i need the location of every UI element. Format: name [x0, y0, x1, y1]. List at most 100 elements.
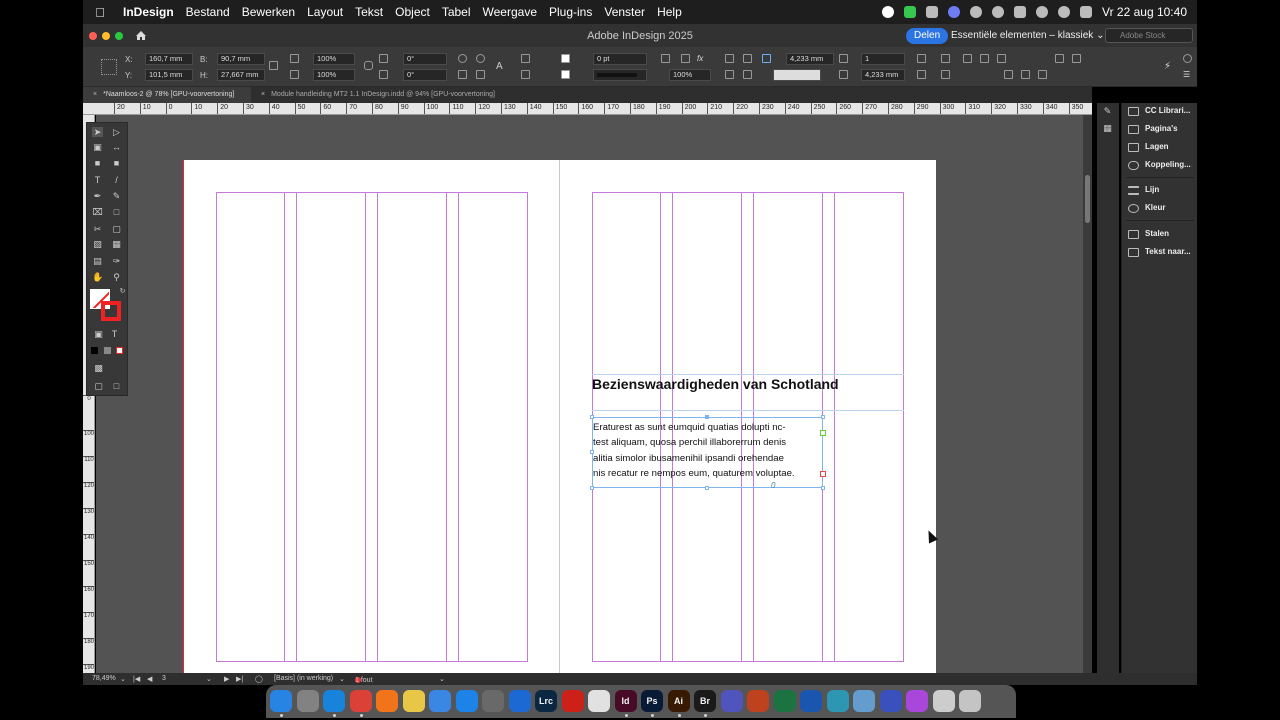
align-justify-icon[interactable] [743, 70, 752, 79]
resize-handle-ml[interactable] [590, 450, 594, 454]
close-tab-icon[interactable]: × [261, 91, 265, 98]
align-center-icon[interactable] [743, 54, 752, 63]
stroke-type-select[interactable] [593, 69, 647, 81]
fx-icon[interactable]: fx [697, 54, 706, 63]
files-icon[interactable] [429, 690, 451, 712]
zoom-tool-icon[interactable]: ⚲ [111, 272, 122, 282]
pasteboard[interactable]: Bezienswaardigheden van Schotland Eratur… [96, 115, 1083, 673]
lightning-icon[interactable]: ⚡ [1164, 61, 1173, 72]
preflight-profile-label[interactable]: [Basis] (in werking) [274, 675, 333, 682]
properties-icon[interactable]: ✎ [1102, 106, 1113, 116]
preview-mode-icon[interactable]: □ [111, 381, 122, 391]
fill-swatch-icon[interactable] [561, 54, 570, 63]
effects-icon[interactable] [681, 54, 690, 63]
align-top-icon[interactable] [963, 54, 972, 63]
align-right-icon[interactable] [725, 70, 734, 79]
acrobat-icon[interactable] [561, 690, 584, 712]
first-page-icon[interactable]: |◀ [133, 675, 140, 683]
menu-weergave[interactable]: Weergave [477, 5, 543, 19]
workspace-switcher[interactable]: Essentiële elementen – klassiek ⌄ [951, 30, 1104, 41]
columns-icon[interactable] [839, 54, 848, 63]
selected-text-frame[interactable]: Eraturest as sunt eumquid quatias dolupt… [590, 415, 826, 490]
distribute-4-icon[interactable] [1055, 54, 1064, 63]
shear-field[interactable]: 0° [403, 69, 447, 81]
menu-venster[interactable]: Venster [598, 5, 651, 19]
page-dropdown-icon[interactable]: ⌄ [206, 675, 212, 683]
pencil-tool-icon[interactable]: ✎ [111, 191, 122, 201]
appstore-icon[interactable] [455, 690, 478, 712]
share-button[interactable]: Delen [906, 28, 949, 44]
chevron-down-icon[interactable]: ⌄ [339, 675, 345, 683]
finder-icon[interactable] [270, 690, 292, 712]
scale-x-field[interactable]: 100% [313, 53, 355, 65]
text-frame-inset-icon[interactable] [762, 54, 771, 63]
menu-bewerken[interactable]: Bewerken [236, 5, 301, 19]
photoshop-icon[interactable]: Ps [641, 690, 663, 712]
resize-handle-bm[interactable] [705, 486, 709, 490]
pen-tool-icon[interactable]: ✒ [92, 191, 103, 201]
prev-page-icon[interactable]: ◀ [147, 675, 152, 683]
x-position-field[interactable]: 160,7 mm [145, 53, 193, 65]
apply-color-swatch[interactable] [91, 347, 98, 354]
resize-handle-bl[interactable] [590, 486, 594, 490]
trash-icon[interactable] [959, 690, 981, 712]
siri-icon[interactable] [906, 690, 928, 712]
notes-icon[interactable] [402, 690, 425, 712]
wifi-icon[interactable] [1036, 6, 1049, 18]
launchpad-icon[interactable] [296, 690, 319, 712]
pages-icon[interactable] [588, 690, 610, 712]
powerpoint-icon[interactable] [747, 690, 769, 712]
panel-settings-icon[interactable] [1183, 54, 1192, 63]
creative-cloud-icon[interactable] [970, 6, 983, 18]
page-number-field[interactable]: 3 [162, 675, 166, 682]
scrollbar-thumb[interactable] [1085, 175, 1090, 223]
gutter-icon[interactable] [839, 70, 848, 79]
menu-plugins[interactable]: Plug-ins [543, 5, 598, 19]
last-page-icon[interactable]: ▶| [236, 675, 243, 683]
firefox-icon[interactable] [376, 690, 398, 712]
note-tool-icon[interactable]: ▤ [92, 256, 103, 266]
align-middle-icon[interactable] [980, 54, 989, 63]
rotate-clockwise-icon[interactable] [458, 54, 467, 63]
scale-y-field[interactable]: 100% [313, 69, 355, 81]
stroke-color-swatch[interactable] [101, 301, 121, 321]
panel-tekst-naar[interactable]: Tekst naar... [1122, 244, 1198, 260]
select-content-icon[interactable] [521, 70, 530, 79]
spotlight-search-icon[interactable] [1058, 6, 1071, 18]
frame-fitting-2-icon[interactable] [917, 70, 926, 79]
free-transform-tool-icon[interactable]: ▢ [111, 224, 122, 234]
document-icon[interactable] [932, 690, 955, 712]
vpn-icon[interactable] [508, 690, 531, 712]
tab-naamloos-2[interactable]: × *Naamloos-2 @ 78% [GPU-voorvertoning] [83, 87, 251, 103]
lightroom-classic-icon[interactable]: Lrc [535, 690, 557, 712]
frame-fitting-1-icon[interactable] [917, 54, 926, 63]
screen-mode-icon[interactable]: ▩ [93, 363, 104, 373]
dark-mode-icon[interactable] [992, 6, 1005, 18]
display-icon[interactable] [926, 6, 939, 18]
drop-shadow-icon[interactable] [661, 54, 670, 63]
apply-gradient-swatch[interactable] [104, 347, 111, 354]
scale-x-icon[interactable] [290, 54, 299, 63]
line-tool-icon[interactable]: / [111, 175, 122, 185]
content-collector-icon[interactable]: ■ [92, 158, 103, 168]
frame-fitting-3-icon[interactable] [941, 54, 950, 63]
panel-lagen[interactable]: Lagen [1122, 139, 1198, 155]
zoom-level-field[interactable]: 78,49% [92, 675, 116, 682]
settings-icon[interactable] [482, 690, 504, 712]
next-page-icon[interactable]: ▶ [224, 675, 229, 683]
chevron-down-icon[interactable]: ⌄ [439, 675, 445, 683]
hand-tool-icon[interactable]: ✋ [92, 272, 103, 282]
rotation-field[interactable]: 0° [403, 53, 447, 65]
word-icon[interactable] [800, 690, 822, 712]
control-center-icon[interactable] [1080, 6, 1093, 18]
panel-cc-libraries[interactable]: CC Librari... [1122, 103, 1198, 119]
indesign-icon[interactable]: Id [614, 690, 637, 712]
gap-tool-icon[interactable]: ↔ [111, 142, 122, 152]
rectangle-tool-icon[interactable]: □ [111, 207, 122, 217]
apple-icon[interactable]:  [83, 5, 117, 20]
columns-field[interactable]: 1 [861, 53, 905, 65]
rotate-icon[interactable] [379, 54, 388, 63]
format-container-icon[interactable]: ▣ [93, 329, 104, 339]
gap-field-1[interactable]: 4,233 mm [786, 53, 834, 65]
preflight-profile-icon[interactable]: ◯ [255, 675, 263, 683]
